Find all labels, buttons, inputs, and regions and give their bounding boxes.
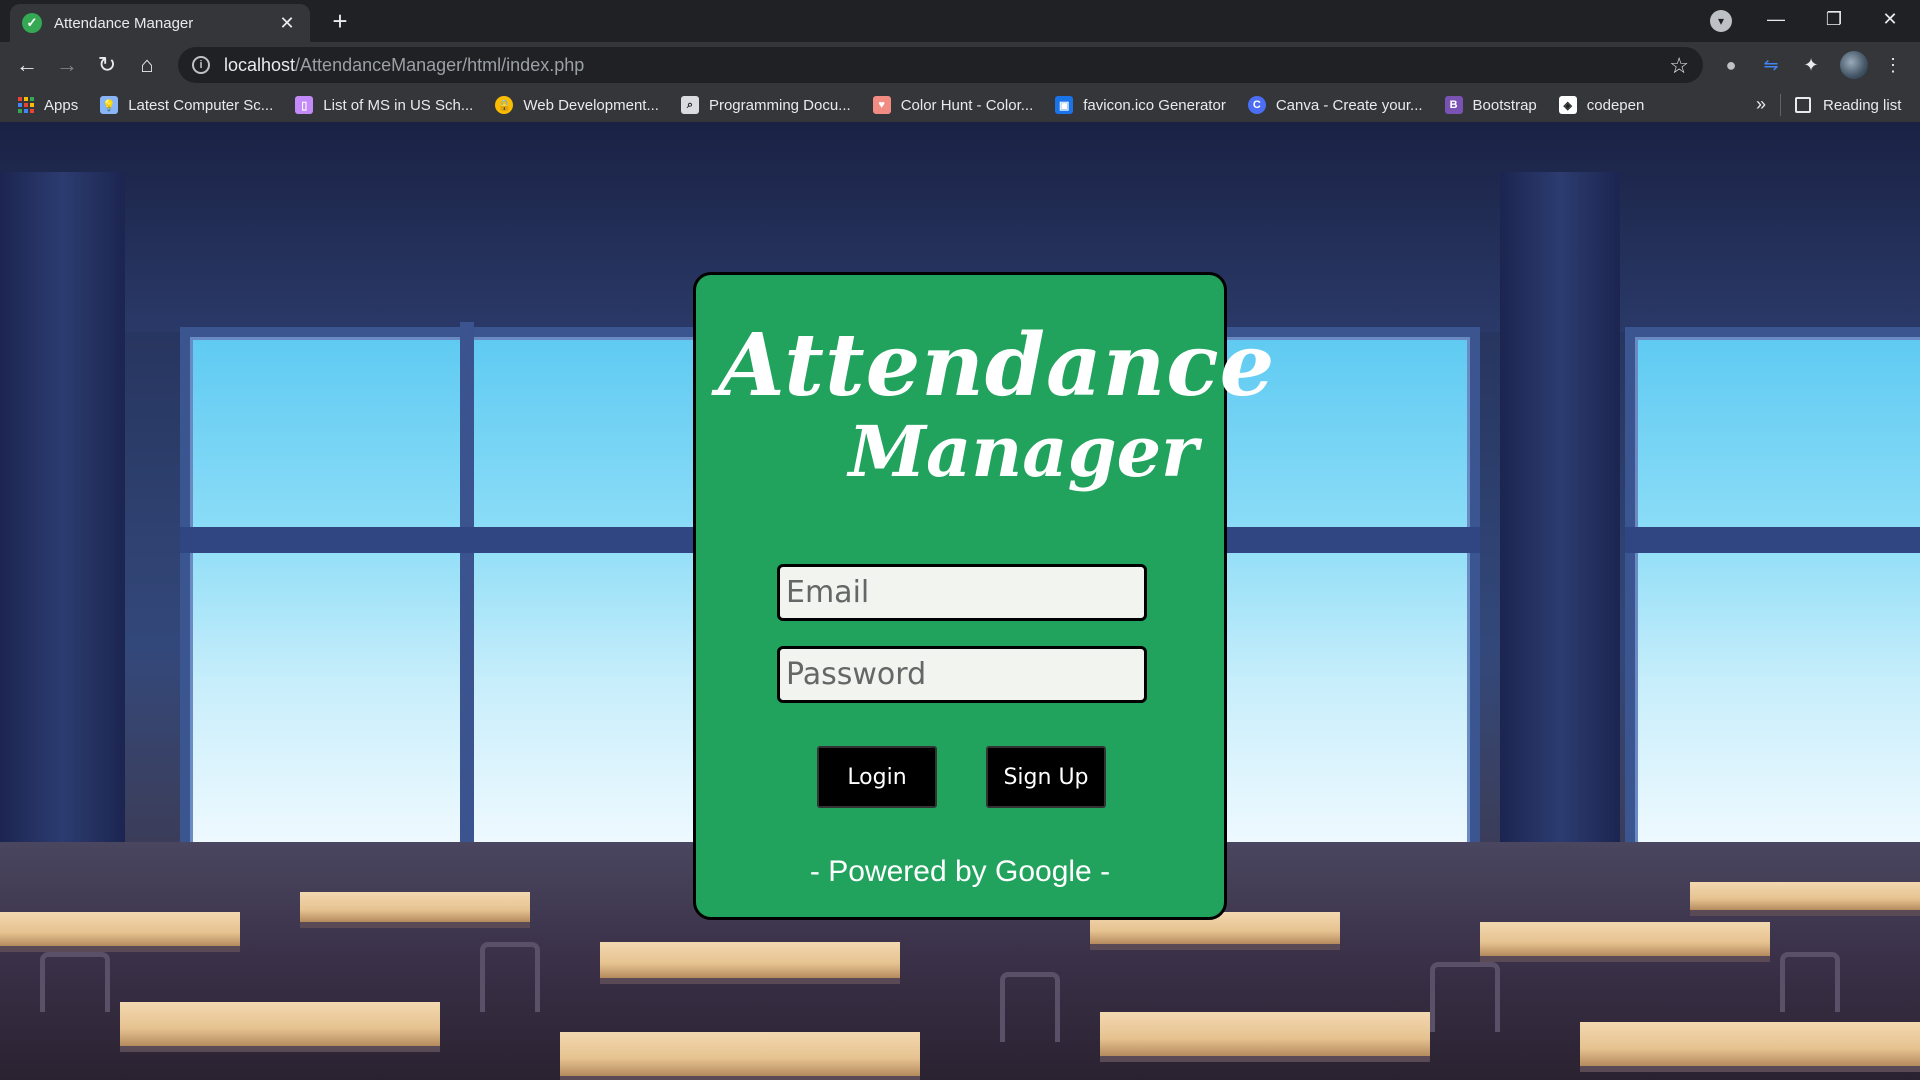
bookmark-web-dev[interactable]: 🔒 Web Development... [495,96,659,114]
address-bar[interactable]: i localhost/AttendanceManager/html/index… [178,47,1703,83]
bookmark-programming-docs[interactable]: ⌕ Programming Docu... [680,96,851,114]
background-desk [560,1032,920,1080]
bookmark-canva[interactable]: C Canva - Create your... [1247,96,1423,114]
background-desk [300,892,530,928]
lightbulb-icon: 💡 [100,96,119,114]
lock-icon: 🔒 [495,96,514,114]
signup-button[interactable]: Sign Up [986,746,1106,808]
bookmark-apps[interactable]: Apps [18,97,78,114]
background-desk [1480,922,1770,962]
bookmark-ms-us[interactable]: ▯ List of MS in US Sch... [295,96,473,114]
login-button[interactable]: Login [817,746,937,808]
tab-search-icon[interactable]: ▾ [1710,10,1732,32]
window-frame [180,527,750,553]
bookmarks-divider [1780,94,1781,116]
reading-list-button[interactable]: Reading list [1795,88,1901,122]
new-tab-button[interactable]: + [325,6,355,36]
browser-toolbar: ← → ↻ ⌂ i localhost/AttendanceManager/ht… [0,42,1920,88]
bookmarks-bar: Apps 💡 Latest Computer Sc... ▯ List of M… [0,88,1920,122]
app-title-line1: Attendance [718,315,1276,416]
close-window-button[interactable]: ✕ [1862,0,1918,40]
info-icon[interactable]: i [192,56,210,74]
app-title-line2: Manager [848,410,1198,493]
background-chair [480,942,540,1012]
browser-tab[interactable]: ✓ Attendance Manager ✕ [10,4,310,42]
back-arrow-icon[interactable]: ← [12,50,42,80]
tab-title: Attendance Manager [54,14,194,32]
forward-arrow-icon[interactable]: → [52,50,82,80]
profile-avatar[interactable] [1840,51,1868,79]
window-frame [1625,527,1920,553]
email-field[interactable] [777,564,1147,621]
background-chair [40,952,110,1012]
background-desk [1100,1012,1430,1062]
page-viewport: Attendance Manager Login Sign Up - Power… [0,122,1920,1080]
canva-icon: C [1247,96,1266,114]
background-desk [0,912,240,952]
powered-by-text: - Powered by Google - [809,855,1111,888]
background-desk [1690,882,1920,916]
reload-icon[interactable]: ↻ [92,50,122,80]
extension-link-icon[interactable]: ⇋ [1758,52,1784,78]
minimize-button[interactable]: — [1748,0,1804,40]
home-icon[interactable]: ⌂ [132,50,162,80]
background-chair [1430,962,1500,1032]
apps-grid-icon [18,97,34,113]
background-chair [1780,952,1840,1012]
background-desk [1580,1022,1920,1072]
background-pillar-right [1500,172,1620,852]
login-card: Attendance Manager Login Sign Up - Power… [693,272,1276,920]
bookmark-icon: ▯ [295,96,314,114]
background-desk [600,942,900,984]
background-desk [120,1002,440,1052]
bookmarks-overflow-button[interactable]: » [1756,94,1766,115]
tab-strip: ✓ Attendance Manager ✕ + ▾ — ❐ ✕ [0,0,1920,42]
bookmark-favicon-generator[interactable]: ▣ favicon.ico Generator [1055,96,1226,114]
extensions-puzzle-icon[interactable]: ✦ [1798,52,1824,78]
close-tab-icon[interactable]: ✕ [276,13,298,34]
palette-icon: ♥ [872,96,891,114]
bookmark-latest-cs[interactable]: 💡 Latest Computer Sc... [100,96,273,114]
reading-list-icon [1795,97,1811,113]
bootstrap-icon: B [1444,96,1463,114]
codepen-icon: ◈ [1558,96,1577,114]
password-field[interactable] [777,646,1147,703]
restore-button[interactable]: ❐ [1806,0,1862,40]
search-doc-icon: ⌕ [680,96,699,114]
background-pillar [0,172,125,852]
bookmark-bootstrap[interactable]: B Bootstrap [1444,96,1537,114]
extension-puzzle-piece-icon[interactable]: ● [1718,52,1744,78]
check-favicon-icon: ✓ [22,13,42,33]
bookmark-color-hunt[interactable]: ♥ Color Hunt - Color... [872,96,1033,114]
bookmark-codepen[interactable]: ◈ codepen [1558,96,1644,114]
bookmark-star-icon[interactable]: ☆ [1669,53,1689,79]
menu-dots-icon[interactable]: ⋮ [1880,52,1906,78]
favicon-icon: ▣ [1055,96,1074,114]
url-text[interactable]: localhost/AttendanceManager/html/index.p… [224,55,584,76]
background-chair [1000,972,1060,1042]
